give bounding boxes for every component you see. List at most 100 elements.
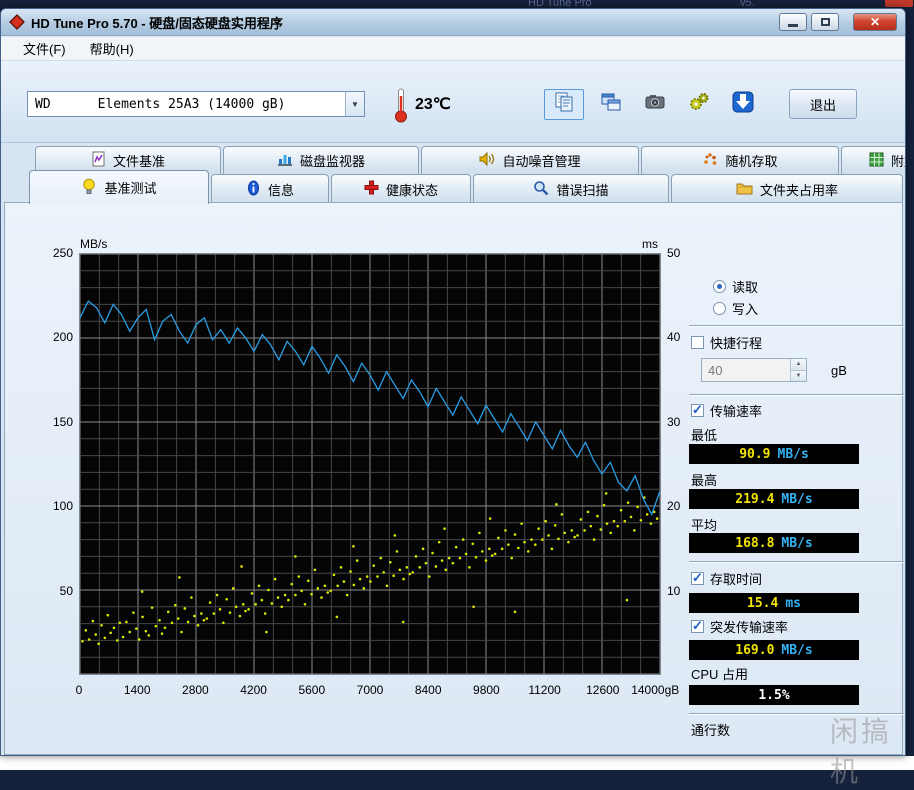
- cpu-usage-value-box: 1.5%: [689, 685, 859, 705]
- copy-image-button[interactable]: [591, 89, 631, 120]
- axis-tick-label: 8400: [414, 683, 442, 697]
- device-select[interactable]: WD Elements 25A3 (14000 gB) ▼: [27, 91, 365, 117]
- close-button[interactable]: ✕: [853, 13, 897, 31]
- exit-button[interactable]: 退出: [789, 89, 857, 119]
- transfer-rate-checkbox-box[interactable]: [691, 402, 704, 418]
- minimum-label: 最低: [691, 428, 718, 443]
- minimum-value-box: 90.9 MB/s: [689, 444, 859, 464]
- burst-rate-checkbox-box[interactable]: [691, 618, 704, 634]
- axis-tick-label: 100: [52, 499, 73, 514]
- y-right-axis-title: ms: [642, 237, 658, 251]
- short-stroke-value[interactable]: 40: [702, 359, 790, 381]
- short-stroke-checkbox[interactable]: 快捷行程: [691, 333, 762, 352]
- copy-results-button[interactable]: [544, 89, 584, 120]
- spinner-up-icon[interactable]: ▲: [791, 359, 806, 371]
- tab-info[interactable]: 信息: [211, 174, 329, 203]
- benchmark-chart: [79, 253, 661, 675]
- y-left-axis-ticks: 250 200 150 100 50: [31, 246, 75, 675]
- background-window-version: v5.: [740, 0, 755, 7]
- tab-label: 错误扫描: [556, 182, 609, 198]
- short-stroke-spinner[interactable]: 40 ▲ ▼: [701, 358, 807, 382]
- short-stroke-checkbox-box[interactable]: [691, 336, 704, 349]
- axis-tick-label: 9800: [473, 683, 500, 697]
- combo-arrow-icon[interactable]: ▼: [345, 92, 364, 116]
- short-stroke-unit: gB: [831, 363, 847, 378]
- titlebar[interactable]: HD Tune Pro 5.70 - 硬盘/固态硬盘实用程序 ✕: [1, 9, 905, 36]
- minimize-icon: [788, 24, 798, 27]
- burst-rate-checkbox[interactable]: 突发传输速率: [691, 617, 788, 636]
- transfer-rate-checkbox[interactable]: 传输速率: [691, 401, 762, 420]
- access-time-checkbox-box[interactable]: [691, 570, 704, 586]
- access-time-label: 存取时间: [710, 572, 763, 587]
- menu-file[interactable]: 文件(F): [11, 36, 78, 61]
- axis-tick-label: 30: [667, 414, 681, 429]
- minimize-button[interactable]: [779, 13, 807, 31]
- random-access-icon: [702, 151, 718, 170]
- axis-tick-label: 5600: [298, 683, 326, 697]
- tab-error-scan[interactable]: 错误扫描: [473, 174, 669, 203]
- access-time-value-box: 15.4 ms: [689, 593, 859, 613]
- write-radio[interactable]: 写入: [713, 299, 758, 318]
- y-left-axis-title: MB/s: [80, 237, 108, 251]
- axis-tick-label: 1400: [123, 683, 151, 697]
- cpu-usage-label: CPU 占用: [691, 667, 749, 682]
- burst-rate-value: 169.0: [735, 642, 775, 658]
- maximize-button[interactable]: [811, 13, 839, 31]
- temperature-value: 23℃: [415, 96, 451, 113]
- tab-benchmark[interactable]: 基准测试: [29, 170, 209, 204]
- tab-aam[interactable]: 自动噪音管理: [421, 146, 639, 174]
- update-icon: [731, 90, 755, 119]
- write-radio-label: 写入: [732, 302, 759, 317]
- tab-label: 基准测试: [104, 181, 157, 196]
- x-axis-ticks: 0 1400 2800 4200 5600 7000 8400 9800 11200 12600 1…: [75, 681, 680, 699]
- tab-label: 磁盘监视器: [299, 154, 365, 169]
- average-value: 168.8: [735, 535, 775, 551]
- axis-tick-label: 4200: [240, 683, 267, 697]
- info-icon: [246, 180, 261, 199]
- pass-count-label: 通行数: [691, 723, 731, 738]
- access-time-unit: ms: [785, 595, 801, 611]
- axis-tick-label: 150: [52, 414, 73, 429]
- maximum-unit: MB/s: [781, 491, 813, 507]
- access-time-value: 15.4: [747, 595, 779, 611]
- extra-tests-icon: [869, 152, 884, 170]
- separator: [689, 325, 904, 327]
- tab-extra-tests[interactable]: 附加测试: [841, 146, 905, 174]
- app-icon: [9, 14, 25, 30]
- read-radio[interactable]: 读取: [713, 277, 758, 296]
- read-radio-circle[interactable]: [713, 280, 726, 293]
- close-icon: ✕: [869, 15, 881, 29]
- tab-label: 文件夹占用率: [759, 182, 838, 198]
- benchmark-icon: [81, 178, 97, 198]
- average-value-box: 168.8 MB/s: [689, 533, 859, 553]
- minimum-unit: MB/s: [777, 446, 809, 462]
- menu-help[interactable]: 帮助(H): [78, 36, 146, 61]
- tab-folder-usage[interactable]: 文件夹占用率: [671, 174, 903, 203]
- tab-health[interactable]: 健康状态: [331, 174, 471, 203]
- options-button[interactable]: [679, 89, 719, 120]
- spinner-down-icon[interactable]: ▼: [791, 370, 806, 381]
- axis-tick-label: 0: [75, 683, 83, 697]
- tab-label: 附加测试: [890, 154, 905, 169]
- axis-tick-label: 7000: [356, 683, 384, 697]
- burst-rate-value-box: 169.0 MB/s: [689, 640, 859, 660]
- copy-results-icon: [553, 91, 575, 118]
- tab-label: 自动噪音管理: [502, 154, 581, 169]
- short-stroke-label: 快捷行程: [710, 336, 763, 351]
- axis-tick-label: 200: [52, 330, 73, 345]
- save-screenshot-button[interactable]: [635, 89, 675, 120]
- access-time-checkbox[interactable]: 存取时间: [691, 569, 762, 588]
- tab-random-access[interactable]: 随机存取: [641, 146, 839, 174]
- aam-icon: [479, 151, 495, 170]
- tab-label: 随机存取: [725, 154, 778, 169]
- desktop-bottom-strip: [0, 756, 914, 770]
- axis-tick-label: 2800: [182, 683, 209, 697]
- update-button[interactable]: [723, 89, 763, 120]
- axis-tick-label: 11200: [528, 683, 561, 697]
- axis-tick-label: 14000gB: [631, 683, 680, 697]
- axis-tick-label: 40: [667, 330, 681, 345]
- write-radio-circle[interactable]: [713, 302, 726, 315]
- hdtune-window: HD Tune Pro 5.70 - 硬盘/固态硬盘实用程序 ✕ 文件(F) 帮…: [0, 8, 906, 756]
- tab-disk-monitor[interactable]: 磁盘监视器: [223, 146, 419, 174]
- file-benchmark-icon: [91, 151, 106, 170]
